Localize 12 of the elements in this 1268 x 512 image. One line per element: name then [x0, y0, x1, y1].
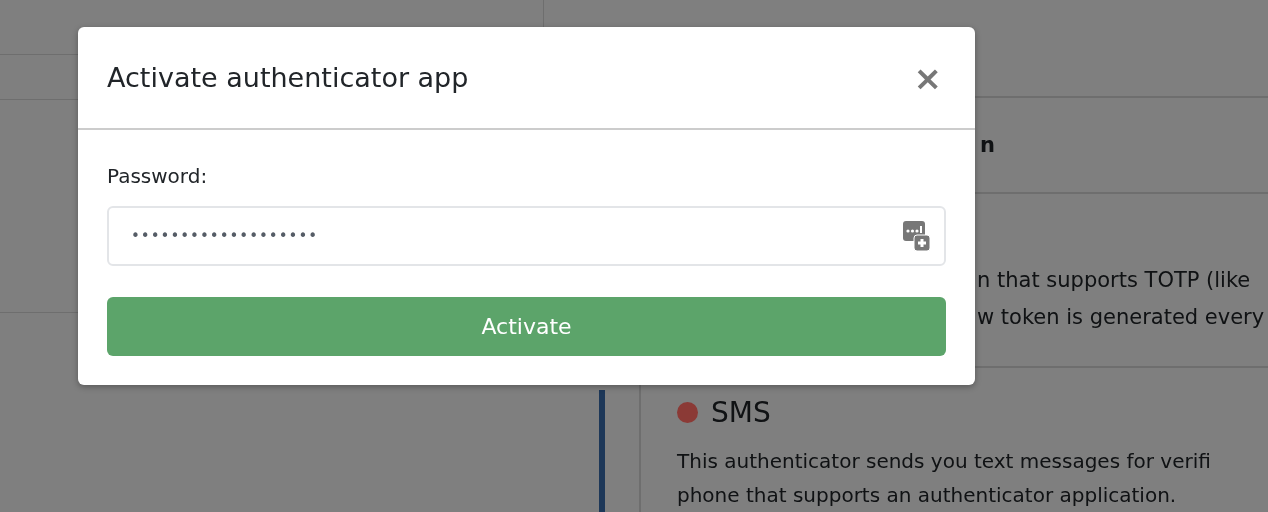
close-button[interactable]: ×: [909, 60, 946, 95]
activate-button[interactable]: Activate: [107, 297, 946, 356]
password-field[interactable]: •••••••••••••••••••: [107, 206, 946, 266]
field-label: Password:: [107, 164, 208, 188]
method-title: SMS: [711, 395, 771, 429]
description-line: n that supports TOTP (like: [977, 267, 1252, 294]
section-heading: n: [980, 133, 995, 157]
password-dots-icon[interactable]: [903, 221, 930, 251]
description-line: This authenticator sends you text messages for verifi: [677, 448, 1211, 475]
dialog-title: Activate authenticator app: [107, 62, 469, 93]
description-line: w token is generated every: [977, 304, 1266, 331]
description-line: phone that supports an authenticator application.: [677, 482, 1178, 509]
